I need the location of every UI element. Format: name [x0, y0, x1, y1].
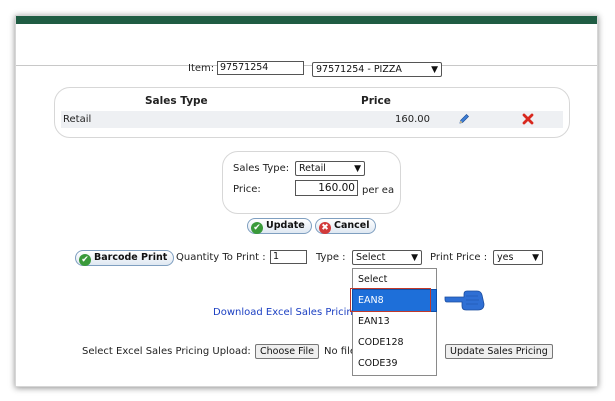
checkmark-icon: ✔ — [79, 254, 91, 266]
chevron-down-icon: ▼ — [431, 65, 438, 75]
table-row: Retail 160.00 — [61, 111, 563, 128]
item-select[interactable]: 97571254 - PIZZA ▼ — [312, 62, 442, 77]
chevron-down-icon: ▼ — [411, 253, 418, 263]
update-button[interactable]: ✔ Update — [247, 218, 312, 234]
barcode-print-button-label: Barcode Print — [94, 252, 168, 263]
excel-upload-label: Select Excel Sales Pricing Upload: — [82, 346, 251, 357]
highlight-annotation-box — [350, 288, 431, 312]
dropdown-option-code128[interactable]: CODE128 — [353, 332, 436, 353]
print-price-select-value: yes — [497, 252, 514, 263]
barcode-type-select-value: Select — [356, 252, 386, 263]
download-excel-link[interactable]: Download Excel Sales Pricin — [213, 307, 353, 318]
pointing-hand-icon — [444, 288, 486, 314]
chevron-down-icon: ▼ — [354, 164, 361, 174]
row-price: 160.00 — [395, 114, 430, 125]
choose-file-button[interactable]: Choose File — [255, 344, 319, 359]
quantity-input[interactable]: 1 — [270, 250, 307, 264]
column-header-price: Price — [361, 95, 391, 107]
barcode-type-dropdown: Select EAN8 EAN13 CODE128 CODE39 — [352, 268, 437, 376]
delete-icon[interactable] — [522, 113, 534, 125]
update-button-label: Update — [266, 220, 305, 231]
price-input[interactable]: 160.00 — [295, 180, 358, 196]
dropdown-option-ean13[interactable]: EAN13 — [353, 311, 436, 332]
chevron-down-icon: ▼ — [532, 253, 539, 263]
cancel-button-label: Cancel — [334, 220, 370, 231]
pricing-table-panel: Sales Type Price Retail 160.00 — [54, 87, 570, 138]
sales-type-select[interactable]: Retail ▼ — [295, 161, 365, 176]
column-header-sales-type: Sales Type — [145, 95, 208, 107]
print-price-label: Print Price : — [430, 252, 488, 263]
item-label: Item: — [188, 63, 215, 74]
quantity-label: Quantity To Print : — [176, 252, 266, 263]
cancel-button[interactable]: ✖ Cancel — [315, 218, 377, 234]
dropdown-option-code39[interactable]: CODE39 — [353, 353, 436, 374]
edit-pencil-icon[interactable] — [457, 112, 471, 126]
app-window: Item: 97571254 97571254 - PIZZA ▼ Sales … — [15, 15, 598, 387]
header-bar — [16, 16, 597, 24]
item-code-input[interactable]: 97571254 — [217, 61, 304, 75]
update-sales-pricing-button[interactable]: Update Sales Pricing — [445, 344, 553, 359]
cancel-icon: ✖ — [319, 222, 331, 234]
edit-price-panel: Sales Type: Retail ▼ Price: 160.00 per e… — [222, 151, 401, 214]
sales-type-select-value: Retail — [299, 163, 326, 174]
row-sales-type: Retail — [63, 114, 92, 125]
header-divider — [16, 65, 597, 66]
price-unit: per ea — [362, 185, 395, 196]
barcode-print-button[interactable]: ✔ Barcode Print — [75, 250, 175, 266]
type-label: Type : — [316, 252, 346, 263]
print-price-select[interactable]: yes ▼ — [493, 250, 543, 265]
dropdown-option-select[interactable]: Select — [353, 269, 436, 290]
checkmark-icon: ✔ — [251, 222, 263, 234]
item-select-value: 97571254 - PIZZA — [316, 64, 402, 75]
sales-type-label: Sales Type: — [233, 163, 290, 174]
price-label: Price: — [233, 184, 261, 195]
barcode-type-select[interactable]: Select ▼ — [352, 250, 422, 265]
